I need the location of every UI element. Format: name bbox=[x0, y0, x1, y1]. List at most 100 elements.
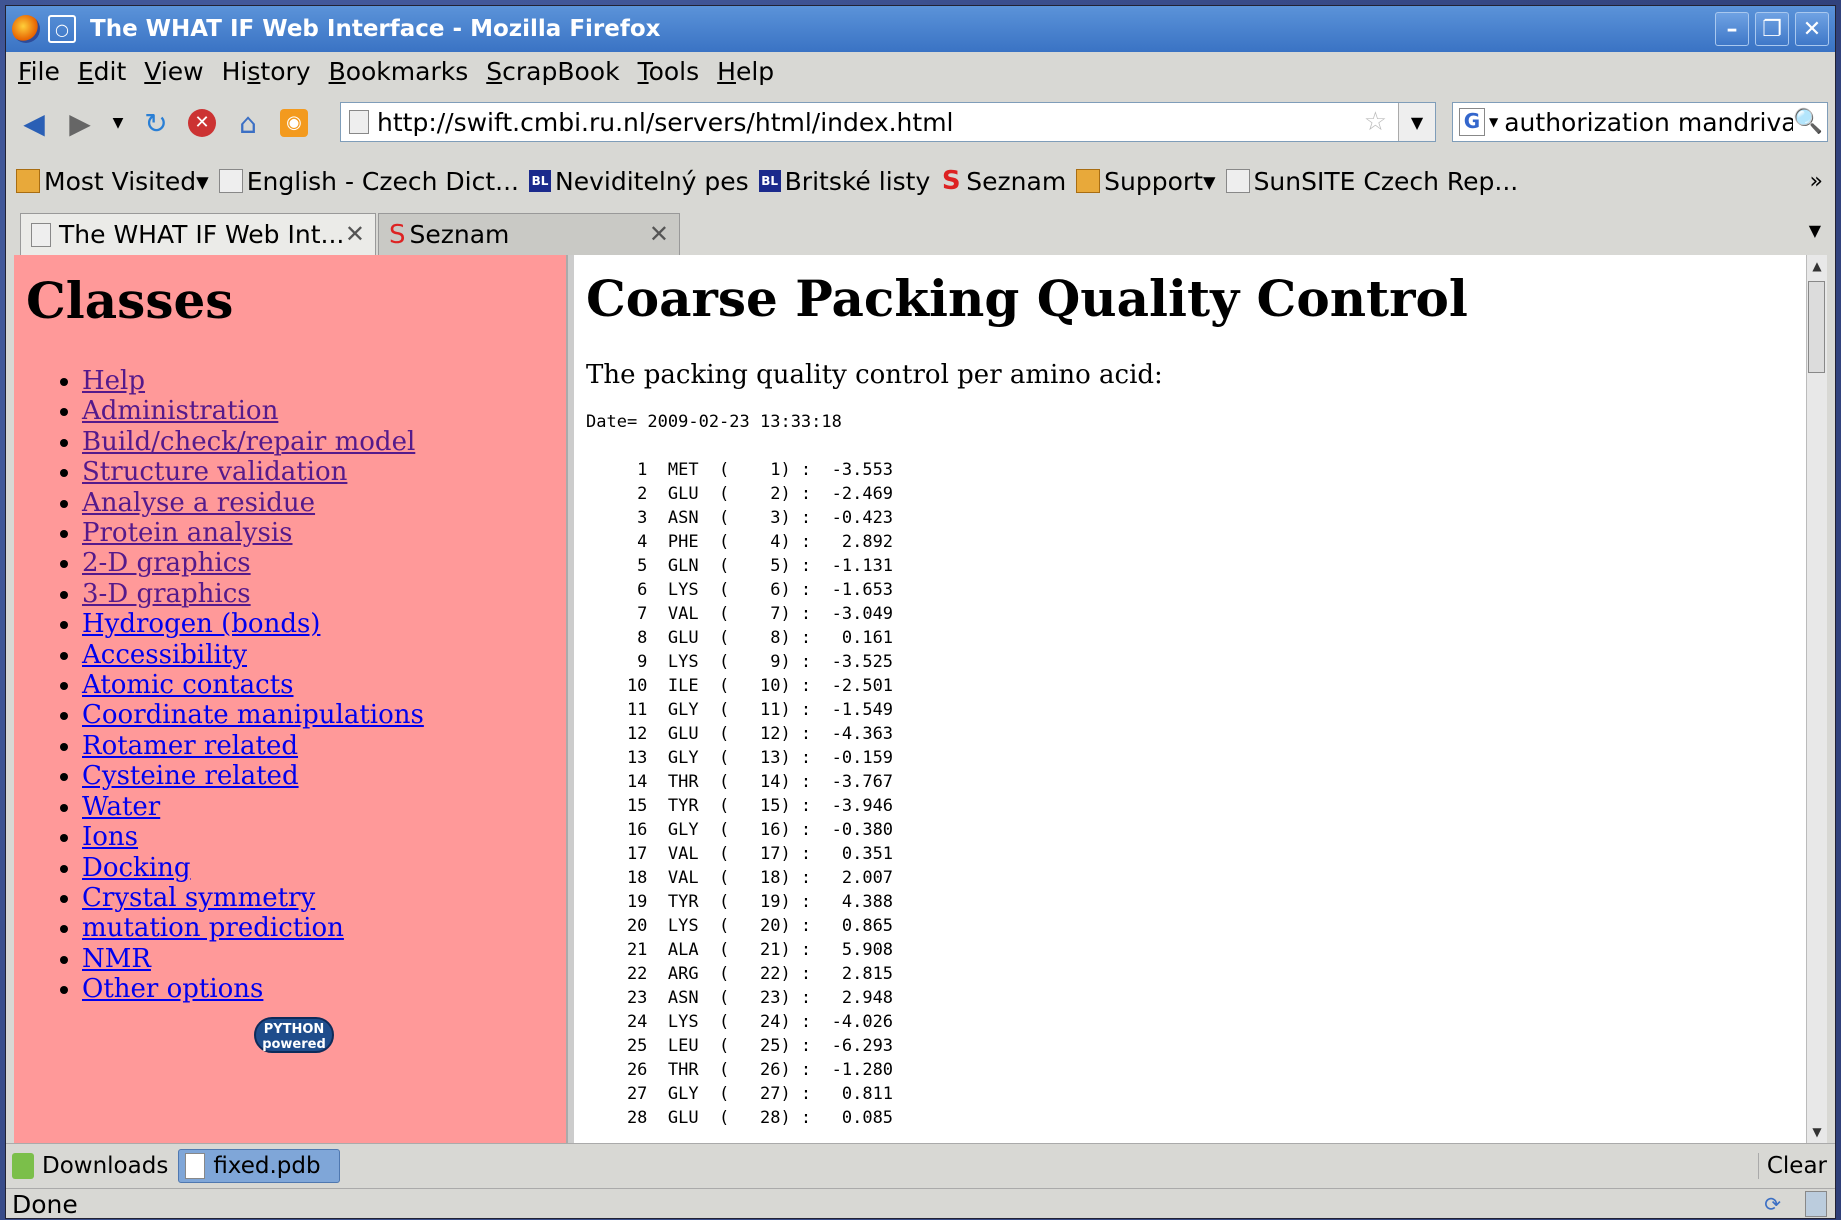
tab-1[interactable]: S Seznam ✕ bbox=[378, 213, 680, 255]
menu-scrapbook[interactable]: ScrapBook bbox=[486, 57, 619, 86]
class-link[interactable]: Administration bbox=[82, 396, 278, 426]
result-row: 25 LEU ( 25) : -6.293 bbox=[586, 1036, 894, 1056]
class-link[interactable]: Docking bbox=[82, 853, 191, 883]
search-bar[interactable]: G ▼ authorization mandriva 🔍 bbox=[1452, 102, 1828, 142]
history-dropdown-icon[interactable]: ▼ bbox=[108, 105, 128, 141]
more-bookmarks-icon[interactable]: » bbox=[1810, 169, 1823, 194]
bookmark-star-icon[interactable]: ☆ bbox=[1364, 107, 1387, 137]
menu-view[interactable]: View bbox=[144, 57, 203, 86]
result-row: 26 THR ( 26) : -1.280 bbox=[586, 1060, 894, 1080]
url-bar[interactable]: http://swift.cmbi.ru.nl/servers/html/ind… bbox=[340, 102, 1436, 142]
class-link[interactable]: 3-D graphics bbox=[82, 579, 251, 609]
page-info-icon[interactable] bbox=[1805, 1191, 1827, 1217]
scroll-down-icon[interactable]: ▼ bbox=[1807, 1121, 1827, 1143]
class-link[interactable]: Structure validation bbox=[82, 457, 347, 487]
search-input[interactable]: authorization mandriva bbox=[1504, 108, 1796, 137]
bookmark-item[interactable]: Support ▾ bbox=[1076, 167, 1216, 196]
class-link[interactable]: Coordinate manipulations bbox=[82, 700, 424, 730]
stop-button[interactable]: ✕ bbox=[184, 105, 220, 141]
bookmark-item[interactable]: S Seznam bbox=[940, 166, 1067, 196]
maximize-button[interactable]: ❐ bbox=[1755, 12, 1789, 46]
class-list-item: Crystal symmetry bbox=[82, 883, 566, 913]
minimize-button[interactable]: – bbox=[1715, 12, 1749, 46]
close-tab-icon[interactable]: ✕ bbox=[649, 220, 669, 248]
result-row: 15 TYR ( 15) : -3.946 bbox=[586, 796, 894, 816]
bl-icon: BL bbox=[529, 170, 551, 192]
bookmark-label: Britské listy bbox=[784, 166, 931, 196]
class-link[interactable]: Rotamer related bbox=[82, 731, 298, 761]
scroll-up-icon[interactable]: ▲ bbox=[1807, 255, 1827, 277]
search-engine-dropdown-icon[interactable]: ▼ bbox=[1489, 115, 1498, 129]
scrollbar-thumb[interactable] bbox=[1808, 281, 1825, 373]
class-link[interactable]: Accessibility bbox=[82, 640, 247, 670]
home-button[interactable]: ⌂ bbox=[230, 105, 266, 141]
reload-button[interactable]: ↻ bbox=[138, 105, 174, 141]
page-icon bbox=[1225, 169, 1250, 193]
url-dropdown-icon[interactable]: ▼ bbox=[1398, 103, 1435, 141]
search-icon[interactable]: 🔍 bbox=[1793, 107, 1823, 135]
downloads-label[interactable]: Downloads bbox=[42, 1153, 168, 1179]
menu-tools[interactable]: Tools bbox=[638, 57, 700, 86]
tab-list-icon[interactable]: ▼ bbox=[1809, 221, 1821, 240]
bookmark-label: Seznam bbox=[966, 166, 1067, 196]
class-list-item: Help bbox=[82, 366, 566, 396]
page-icon bbox=[218, 169, 243, 193]
forward-button[interactable]: ▶ bbox=[62, 105, 98, 141]
result-row: 12 GLU ( 12) : -4.363 bbox=[586, 724, 894, 744]
class-link[interactable]: Help bbox=[82, 366, 145, 396]
class-link[interactable]: 2-D graphics bbox=[82, 548, 251, 578]
result-row: 19 TYR ( 19) : 4.388 bbox=[586, 892, 894, 912]
rss-icon[interactable]: ◉ bbox=[276, 105, 312, 141]
class-link[interactable]: mutation prediction bbox=[82, 913, 344, 943]
tab-0[interactable]: The WHAT IF Web Int... ✕ bbox=[20, 213, 376, 255]
bookmark-item[interactable]: BL Britské listy bbox=[758, 166, 931, 196]
url-text: http://swift.cmbi.ru.nl/servers/html/ind… bbox=[377, 107, 954, 137]
result-row: 4 PHE ( 4) : 2.892 bbox=[586, 532, 894, 552]
class-link[interactable]: Hydrogen (bonds) bbox=[82, 609, 320, 639]
class-link[interactable]: Cysteine related bbox=[82, 761, 299, 791]
bookmark-item[interactable]: BL Neviditelný pes bbox=[529, 167, 749, 196]
chevron-down-icon: ▾ bbox=[196, 166, 209, 196]
clear-downloads-button[interactable]: Clear bbox=[1757, 1153, 1827, 1179]
tab-bar: The WHAT IF Web Int... ✕ S Seznam ✕ ▼ bbox=[6, 209, 1835, 255]
google-icon[interactable]: G bbox=[1459, 108, 1485, 136]
menu-help[interactable]: Help bbox=[717, 57, 774, 86]
class-link[interactable]: Protein analysis bbox=[82, 518, 293, 548]
result-row: 20 LYS ( 20) : 0.865 bbox=[586, 916, 894, 936]
result-row: 22 ARG ( 22) : 2.815 bbox=[586, 964, 894, 984]
page-title: Coarse Packing Quality Control bbox=[586, 269, 1468, 328]
bookmark-label: English - Czech Dict... bbox=[246, 166, 519, 196]
menu-file[interactable]: File bbox=[18, 57, 60, 86]
class-link[interactable]: Ions bbox=[82, 822, 138, 852]
class-link[interactable]: Build/check/repair model bbox=[82, 427, 415, 457]
menu-history[interactable]: History bbox=[222, 57, 311, 86]
results-output: Date= 2009-02-23 13:33:18 1 MET ( 1) : -… bbox=[586, 410, 1807, 1130]
page-content: Classes HelpAdministrationBuild/check/re… bbox=[14, 255, 1827, 1143]
page-icon bbox=[349, 110, 369, 134]
class-link[interactable]: Atomic contacts bbox=[82, 670, 293, 700]
results-frame: Coarse Packing Quality Control The packi… bbox=[574, 255, 1807, 1143]
class-link[interactable]: Water bbox=[82, 792, 160, 822]
bookmark-item[interactable]: English - Czech Dict... bbox=[218, 166, 519, 196]
download-filename: fixed.pdb bbox=[213, 1153, 321, 1179]
close-tab-icon[interactable]: ✕ bbox=[345, 220, 365, 248]
result-row: 21 ALA ( 21) : 5.908 bbox=[586, 940, 894, 960]
class-link[interactable]: Other options bbox=[82, 974, 263, 1004]
menu-edit[interactable]: Edit bbox=[78, 57, 126, 86]
class-list-item: Other options bbox=[82, 974, 566, 1004]
bookmark-item[interactable]: SunSITE Czech Rep... bbox=[1225, 166, 1519, 196]
download-item[interactable]: fixed.pdb bbox=[178, 1149, 341, 1183]
close-button[interactable]: ✕ bbox=[1795, 12, 1829, 46]
class-list-item: mutation prediction bbox=[82, 913, 566, 943]
bookmark-label: SunSITE Czech Rep... bbox=[1253, 166, 1519, 196]
bookmark-item[interactable]: Most Visited ▾ bbox=[16, 167, 209, 196]
class-link[interactable]: Analyse a residue bbox=[82, 488, 315, 518]
window-menu-icon[interactable]: ○ bbox=[48, 15, 76, 43]
class-link[interactable]: Crystal symmetry bbox=[82, 883, 315, 913]
sync-icon[interactable]: ⟳ bbox=[1764, 1192, 1781, 1216]
vertical-scrollbar[interactable]: ▲ ▼ bbox=[1806, 255, 1827, 1143]
back-button[interactable]: ◀ bbox=[16, 105, 52, 141]
menu-bookmarks[interactable]: Bookmarks bbox=[329, 57, 469, 86]
class-link[interactable]: NMR bbox=[82, 944, 151, 974]
class-list-item: 2-D graphics bbox=[82, 548, 566, 578]
